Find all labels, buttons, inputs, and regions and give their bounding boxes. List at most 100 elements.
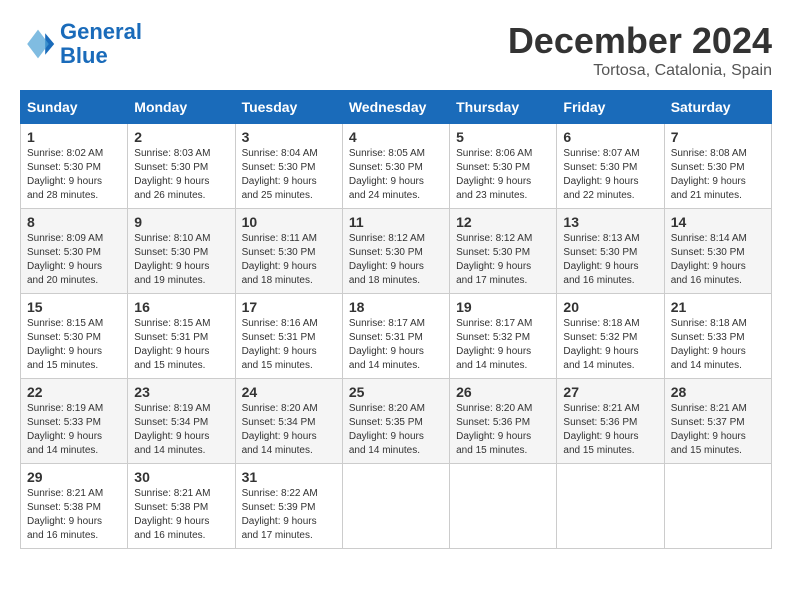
- col-tuesday: Tuesday: [235, 91, 342, 124]
- day-number: 5: [456, 129, 550, 145]
- logo-blue: Blue: [60, 43, 108, 68]
- day-info: Sunrise: 8:21 AM Sunset: 5:38 PM Dayligh…: [27, 487, 121, 543]
- day-info: Sunrise: 8:21 AM Sunset: 5:38 PM Dayligh…: [134, 487, 228, 543]
- day-info: Sunrise: 8:22 AM Sunset: 5:39 PM Dayligh…: [242, 487, 336, 543]
- day-number: 12: [456, 214, 550, 230]
- day-info: Sunrise: 8:13 AM Sunset: 5:30 PM Dayligh…: [563, 232, 657, 288]
- day-number: 19: [456, 299, 550, 315]
- day-number: 15: [27, 299, 121, 315]
- col-sunday: Sunday: [21, 91, 128, 124]
- calendar-cell: 18 Sunrise: 8:17 AM Sunset: 5:31 PM Dayl…: [342, 294, 449, 379]
- day-number: 13: [563, 214, 657, 230]
- calendar-cell: 29 Sunrise: 8:21 AM Sunset: 5:38 PM Dayl…: [21, 464, 128, 549]
- day-number: 26: [456, 384, 550, 400]
- calendar-cell: 3 Sunrise: 8:04 AM Sunset: 5:30 PM Dayli…: [235, 124, 342, 209]
- day-info: Sunrise: 8:19 AM Sunset: 5:34 PM Dayligh…: [134, 402, 228, 458]
- calendar-cell: 7 Sunrise: 8:08 AM Sunset: 5:30 PM Dayli…: [664, 124, 771, 209]
- calendar-cell: 16 Sunrise: 8:15 AM Sunset: 5:31 PM Dayl…: [128, 294, 235, 379]
- calendar-header: Sunday Monday Tuesday Wednesday Thursday…: [21, 91, 772, 124]
- logo: General Blue: [20, 20, 142, 68]
- day-number: 17: [242, 299, 336, 315]
- calendar-cell: 14 Sunrise: 8:14 AM Sunset: 5:30 PM Dayl…: [664, 209, 771, 294]
- day-number: 1: [27, 129, 121, 145]
- calendar-table: Sunday Monday Tuesday Wednesday Thursday…: [20, 90, 772, 549]
- month-title: December 2024: [508, 20, 772, 62]
- calendar-cell: 12 Sunrise: 8:12 AM Sunset: 5:30 PM Dayl…: [450, 209, 557, 294]
- calendar-week-3: 15 Sunrise: 8:15 AM Sunset: 5:30 PM Dayl…: [21, 294, 772, 379]
- day-number: 31: [242, 469, 336, 485]
- day-number: 29: [27, 469, 121, 485]
- calendar-cell: 2 Sunrise: 8:03 AM Sunset: 5:30 PM Dayli…: [128, 124, 235, 209]
- header-row: Sunday Monday Tuesday Wednesday Thursday…: [21, 91, 772, 124]
- day-number: 20: [563, 299, 657, 315]
- day-info: Sunrise: 8:08 AM Sunset: 5:30 PM Dayligh…: [671, 147, 765, 203]
- day-info: Sunrise: 8:10 AM Sunset: 5:30 PM Dayligh…: [134, 232, 228, 288]
- calendar-cell: 21 Sunrise: 8:18 AM Sunset: 5:33 PM Dayl…: [664, 294, 771, 379]
- day-number: 25: [349, 384, 443, 400]
- day-info: Sunrise: 8:07 AM Sunset: 5:30 PM Dayligh…: [563, 147, 657, 203]
- day-info: Sunrise: 8:17 AM Sunset: 5:32 PM Dayligh…: [456, 317, 550, 373]
- calendar-cell: 1 Sunrise: 8:02 AM Sunset: 5:30 PM Dayli…: [21, 124, 128, 209]
- day-number: 6: [563, 129, 657, 145]
- day-info: Sunrise: 8:04 AM Sunset: 5:30 PM Dayligh…: [242, 147, 336, 203]
- day-number: 14: [671, 214, 765, 230]
- day-number: 24: [242, 384, 336, 400]
- day-info: Sunrise: 8:17 AM Sunset: 5:31 PM Dayligh…: [349, 317, 443, 373]
- calendar-cell: 22 Sunrise: 8:19 AM Sunset: 5:33 PM Dayl…: [21, 379, 128, 464]
- day-info: Sunrise: 8:19 AM Sunset: 5:33 PM Dayligh…: [27, 402, 121, 458]
- day-info: Sunrise: 8:20 AM Sunset: 5:34 PM Dayligh…: [242, 402, 336, 458]
- calendar-cell: 27 Sunrise: 8:21 AM Sunset: 5:36 PM Dayl…: [557, 379, 664, 464]
- day-info: Sunrise: 8:16 AM Sunset: 5:31 PM Dayligh…: [242, 317, 336, 373]
- day-info: Sunrise: 8:12 AM Sunset: 5:30 PM Dayligh…: [456, 232, 550, 288]
- calendar-week-4: 22 Sunrise: 8:19 AM Sunset: 5:33 PM Dayl…: [21, 379, 772, 464]
- day-info: Sunrise: 8:20 AM Sunset: 5:36 PM Dayligh…: [456, 402, 550, 458]
- day-number: 16: [134, 299, 228, 315]
- page-header: General Blue December 2024 Tortosa, Cata…: [20, 20, 772, 80]
- location-title: Tortosa, Catalonia, Spain: [508, 62, 772, 80]
- day-info: Sunrise: 8:18 AM Sunset: 5:33 PM Dayligh…: [671, 317, 765, 373]
- logo-text: General Blue: [60, 20, 142, 68]
- day-info: Sunrise: 8:21 AM Sunset: 5:36 PM Dayligh…: [563, 402, 657, 458]
- calendar-cell: [450, 464, 557, 549]
- calendar-cell: 10 Sunrise: 8:11 AM Sunset: 5:30 PM Dayl…: [235, 209, 342, 294]
- calendar-week-5: 29 Sunrise: 8:21 AM Sunset: 5:38 PM Dayl…: [21, 464, 772, 549]
- col-friday: Friday: [557, 91, 664, 124]
- calendar-cell: 4 Sunrise: 8:05 AM Sunset: 5:30 PM Dayli…: [342, 124, 449, 209]
- day-number: 4: [349, 129, 443, 145]
- day-info: Sunrise: 8:12 AM Sunset: 5:30 PM Dayligh…: [349, 232, 443, 288]
- calendar-cell: 6 Sunrise: 8:07 AM Sunset: 5:30 PM Dayli…: [557, 124, 664, 209]
- day-info: Sunrise: 8:15 AM Sunset: 5:30 PM Dayligh…: [27, 317, 121, 373]
- day-number: 23: [134, 384, 228, 400]
- calendar-cell: 25 Sunrise: 8:20 AM Sunset: 5:35 PM Dayl…: [342, 379, 449, 464]
- calendar-cell: 17 Sunrise: 8:16 AM Sunset: 5:31 PM Dayl…: [235, 294, 342, 379]
- calendar-cell: 31 Sunrise: 8:22 AM Sunset: 5:39 PM Dayl…: [235, 464, 342, 549]
- calendar-cell: 13 Sunrise: 8:13 AM Sunset: 5:30 PM Dayl…: [557, 209, 664, 294]
- calendar-cell: 23 Sunrise: 8:19 AM Sunset: 5:34 PM Dayl…: [128, 379, 235, 464]
- day-number: 9: [134, 214, 228, 230]
- calendar-cell: [342, 464, 449, 549]
- day-number: 7: [671, 129, 765, 145]
- day-info: Sunrise: 8:14 AM Sunset: 5:30 PM Dayligh…: [671, 232, 765, 288]
- day-info: Sunrise: 8:21 AM Sunset: 5:37 PM Dayligh…: [671, 402, 765, 458]
- day-number: 27: [563, 384, 657, 400]
- day-number: 18: [349, 299, 443, 315]
- calendar-cell: 15 Sunrise: 8:15 AM Sunset: 5:30 PM Dayl…: [21, 294, 128, 379]
- calendar-body: 1 Sunrise: 8:02 AM Sunset: 5:30 PM Dayli…: [21, 124, 772, 549]
- day-info: Sunrise: 8:09 AM Sunset: 5:30 PM Dayligh…: [27, 232, 121, 288]
- calendar-week-1: 1 Sunrise: 8:02 AM Sunset: 5:30 PM Dayli…: [21, 124, 772, 209]
- day-info: Sunrise: 8:20 AM Sunset: 5:35 PM Dayligh…: [349, 402, 443, 458]
- day-number: 28: [671, 384, 765, 400]
- calendar-cell: 24 Sunrise: 8:20 AM Sunset: 5:34 PM Dayl…: [235, 379, 342, 464]
- day-number: 8: [27, 214, 121, 230]
- calendar-cell: [664, 464, 771, 549]
- col-wednesday: Wednesday: [342, 91, 449, 124]
- calendar-cell: 26 Sunrise: 8:20 AM Sunset: 5:36 PM Dayl…: [450, 379, 557, 464]
- calendar-cell: 20 Sunrise: 8:18 AM Sunset: 5:32 PM Dayl…: [557, 294, 664, 379]
- day-info: Sunrise: 8:11 AM Sunset: 5:30 PM Dayligh…: [242, 232, 336, 288]
- day-info: Sunrise: 8:18 AM Sunset: 5:32 PM Dayligh…: [563, 317, 657, 373]
- calendar-cell: [557, 464, 664, 549]
- calendar-cell: 5 Sunrise: 8:06 AM Sunset: 5:30 PM Dayli…: [450, 124, 557, 209]
- calendar-cell: 28 Sunrise: 8:21 AM Sunset: 5:37 PM Dayl…: [664, 379, 771, 464]
- col-monday: Monday: [128, 91, 235, 124]
- day-number: 21: [671, 299, 765, 315]
